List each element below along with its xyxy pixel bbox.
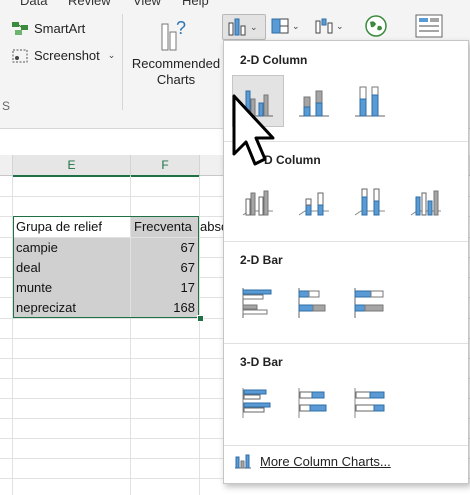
3d-100-stacked-bar-option[interactable] [344, 377, 396, 429]
table-header-cell[interactable]: Grupa de relief [13, 217, 130, 237]
3d-100-stacked-bar-icon [354, 388, 385, 418]
3d-stacked-bar-option[interactable] [288, 377, 340, 429]
screenshot-chevron-icon: ⌄ [107, 50, 116, 60]
column-chart-icon [228, 18, 246, 36]
table-cell[interactable]: neprecizat [13, 298, 130, 318]
stacked-column-icon [299, 90, 329, 117]
100-stacked-column-icon [355, 86, 385, 117]
pivotchart-button[interactable] [414, 14, 448, 38]
more-column-charts-option[interactable]: More Column Charts... [234, 453, 391, 469]
mouse-pointer-icon [232, 94, 275, 166]
fill-handle[interactable] [197, 315, 204, 322]
recommended-charts-label-1: Recommended [131, 56, 221, 71]
waterfall-chart-chevron-icon: ⌄ [336, 20, 344, 31]
100-stacked-bar-option[interactable] [344, 277, 396, 329]
menu-data[interactable]: Data [20, 0, 47, 8]
clustered-bar-icon [242, 288, 272, 318]
pivotchart-icon [415, 14, 443, 38]
3d-column-icon [410, 190, 441, 216]
100-stacked-column-option[interactable] [344, 75, 396, 127]
more-column-charts-label: More Column Charts... [260, 453, 391, 469]
screenshot-button[interactable]: Screenshot ⌄ [12, 48, 115, 63]
clustered-bar-option[interactable] [232, 277, 284, 329]
recommended-charts-button[interactable]: ? Recommended Charts [130, 16, 222, 96]
maps-button[interactable] [364, 14, 392, 38]
section-title-3d-bar: 3-D Bar [240, 355, 283, 369]
3d-stacked-column-icon [298, 192, 329, 216]
column-chart-chevron-icon: ⌄ [250, 21, 258, 32]
section-title-2d-column: 2-D Column [240, 53, 308, 67]
menu-help[interactable]: Help [182, 0, 209, 8]
3d-100-stacked-column-option[interactable] [344, 175, 396, 227]
insert-column-chart-button[interactable]: ⌄ [222, 14, 266, 40]
smartart-icon [12, 21, 28, 35]
row-header-corner [0, 155, 13, 176]
table-cell[interactable]: 67 [131, 258, 199, 278]
stacked-column-option[interactable] [288, 75, 340, 127]
3d-column-option[interactable] [400, 175, 452, 227]
waterfall-chart-icon [315, 18, 333, 34]
recommended-charts-label-2: Charts [156, 72, 196, 87]
section-divider [224, 241, 468, 242]
3d-stacked-column-option[interactable] [288, 175, 340, 227]
section-title-2d-bar: 2-D Bar [240, 253, 283, 267]
3d-100-stacked-column-icon [354, 188, 385, 216]
stacked-bar-option[interactable] [288, 277, 340, 329]
hierarchy-chart-icon [271, 18, 289, 34]
100-stacked-bar-icon [354, 288, 384, 318]
table-cell[interactable]: munte [13, 278, 130, 298]
3d-clustered-column-icon [242, 190, 273, 216]
table-cell[interactable]: 67 [131, 238, 199, 258]
svg-text:?: ? [176, 18, 186, 38]
smartart-label: SmartArt [34, 21, 86, 36]
table-cell[interactable]: 168 [131, 298, 199, 318]
section-divider [224, 343, 468, 344]
table-cell[interactable]: deal [13, 258, 130, 278]
screenshot-label: Screenshot [34, 48, 100, 63]
table-header-cell[interactable]: Frecventa [131, 217, 199, 237]
smartart-button[interactable]: SmartArt [12, 21, 85, 36]
ribbon-fragment-s: S [2, 99, 11, 113]
ribbon-separator [122, 14, 123, 110]
recommended-charts-icon: ? [161, 18, 186, 51]
screenshot-icon [12, 49, 28, 62]
column-chart-small-icon [235, 454, 251, 469]
section-divider [224, 445, 468, 446]
menu-review[interactable]: Review [68, 0, 111, 8]
table-cell[interactable]: campie [13, 238, 130, 258]
column-header-f[interactable]: F [131, 155, 200, 177]
3d-clustered-bar-option[interactable] [232, 377, 284, 429]
table-cell[interactable]: 17 [131, 278, 199, 298]
menu-view[interactable]: View [133, 0, 161, 8]
insert-waterfall-chart-button[interactable]: ⌄ [314, 14, 350, 38]
3d-stacked-bar-icon [298, 388, 327, 418]
hierarchy-chart-chevron-icon: ⌄ [292, 20, 300, 31]
globe-icon [365, 15, 387, 37]
column-header-e[interactable]: E [13, 155, 131, 177]
3d-clustered-bar-icon [242, 388, 271, 418]
insert-hierarchy-chart-button[interactable]: ⌄ [270, 14, 306, 38]
3d-clustered-column-option[interactable] [232, 175, 284, 227]
stacked-bar-icon [298, 288, 326, 318]
